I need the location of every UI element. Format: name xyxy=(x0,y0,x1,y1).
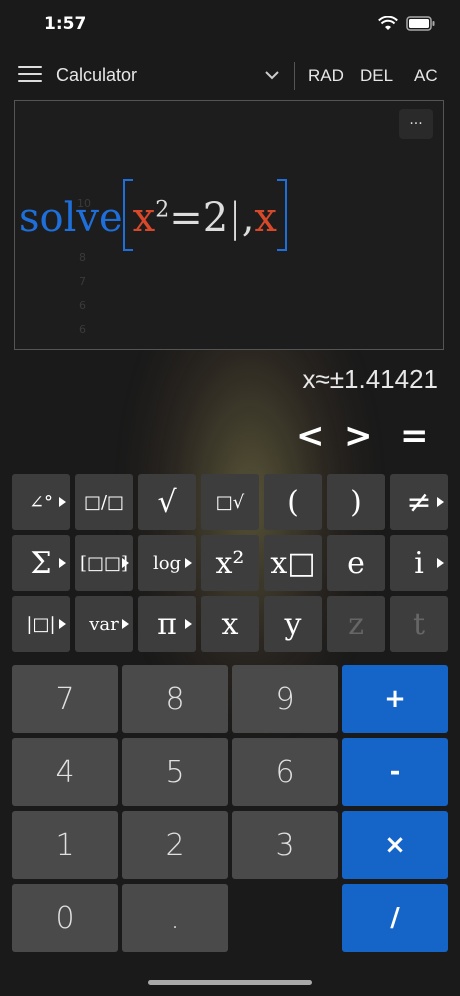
digit-9-key[interactable]: 9 xyxy=(232,665,338,733)
math-expression: solve x2=2|,x xyxy=(19,179,287,257)
var-key-label: var xyxy=(89,613,119,635)
open-paren-key[interactable]: ( xyxy=(264,474,322,530)
expression-display[interactable]: ... 10 8 7 6 6 solve x2=2|,x xyxy=(14,100,444,350)
ghost-label: 6 xyxy=(79,323,86,336)
log-key-label: log xyxy=(152,552,182,574)
multiply-key[interactable]: × xyxy=(342,811,448,879)
digit-5-key[interactable]: 5 xyxy=(122,738,228,806)
cursor-right-button[interactable]: > xyxy=(344,416,373,456)
decimal-key[interactable]: . xyxy=(122,884,228,952)
power-key[interactable]: x□ xyxy=(264,535,322,591)
imaginary-key[interactable]: i xyxy=(390,535,448,591)
square-key-label: x² xyxy=(215,545,245,581)
wifi-icon xyxy=(378,16,398,30)
z-key-label: z xyxy=(348,606,364,642)
fraction-key-label: □/□ xyxy=(83,491,125,513)
x-key[interactable]: x xyxy=(201,596,259,652)
exponent: 2 xyxy=(155,197,170,223)
pi-key[interactable]: π xyxy=(138,596,196,652)
equals-button[interactable]: = xyxy=(400,416,429,456)
close-paren-key-label: ) xyxy=(350,484,362,520)
not-equal-key-label: ≠ xyxy=(406,484,432,520)
status-icons xyxy=(378,16,436,32)
equals-sign: = xyxy=(169,195,203,241)
solve-function: solve xyxy=(19,195,123,241)
home-indicator[interactable] xyxy=(148,980,312,985)
text-cursor: | xyxy=(228,195,242,241)
status-bar: 1:57 xyxy=(0,0,460,50)
left-bracket xyxy=(122,179,133,251)
not-equal-key[interactable]: ≠ xyxy=(390,474,448,530)
result-display: x≈±1.41421 xyxy=(302,364,438,394)
t-key[interactable]: t xyxy=(390,596,448,652)
battery-icon xyxy=(406,16,435,31)
solve-variable: x xyxy=(254,195,277,241)
rad-button[interactable]: RAD xyxy=(308,66,344,86)
matrix-key-label: [□□] xyxy=(79,552,129,574)
sqrt-key[interactable]: √ xyxy=(138,474,196,530)
pi-key-label: π xyxy=(157,606,177,642)
y-key[interactable]: y xyxy=(264,596,322,652)
variable-x: x xyxy=(132,195,156,241)
ghost-label: 7 xyxy=(79,275,86,288)
plus-key[interactable]: + xyxy=(342,665,448,733)
imaginary-key-label: i xyxy=(414,545,424,581)
y-key-label: y xyxy=(284,606,302,642)
toolbar: Calculator RAD DEL AC xyxy=(0,56,460,96)
toolbar-divider xyxy=(294,62,295,90)
right-bracket xyxy=(276,179,287,251)
digit-8-key[interactable]: 8 xyxy=(122,665,228,733)
all-clear-button[interactable]: AC xyxy=(414,66,438,86)
ghost-label: 6 xyxy=(79,299,86,312)
digit-6-key[interactable]: 6 xyxy=(232,738,338,806)
delete-button[interactable]: DEL xyxy=(360,66,393,86)
abs-key[interactable]: |□| xyxy=(12,596,70,652)
digit-1-key[interactable]: 1 xyxy=(12,811,118,879)
sqrt-key-label: √ xyxy=(157,484,177,520)
power-key-label: x□ xyxy=(270,545,316,581)
minus-key[interactable]: - xyxy=(342,738,448,806)
close-paren-key[interactable]: ) xyxy=(327,474,385,530)
nth-root-key[interactable]: □√ xyxy=(201,474,259,530)
digit-2-key[interactable]: 2 xyxy=(122,811,228,879)
angle-key[interactable]: ∠° xyxy=(12,474,70,530)
cursor-left-button[interactable]: < xyxy=(296,416,325,456)
nth-root-key-label: □√ xyxy=(215,491,245,513)
app-title[interactable]: Calculator xyxy=(56,65,137,86)
chevron-down-icon[interactable] xyxy=(264,70,280,80)
more-options-button[interactable]: ... xyxy=(399,109,433,139)
e-key-label: e xyxy=(347,545,365,581)
digit-3-key[interactable]: 3 xyxy=(232,811,338,879)
x-key-label: x xyxy=(221,606,239,642)
status-time: 1:57 xyxy=(44,14,87,34)
var-key[interactable]: var xyxy=(75,596,133,652)
log-key[interactable]: log xyxy=(138,535,196,591)
digit-0-key[interactable]: 0 xyxy=(12,884,118,952)
divide-key[interactable]: / xyxy=(342,884,448,952)
fraction-key[interactable]: □/□ xyxy=(75,474,133,530)
t-key-label: t xyxy=(412,606,426,642)
digit-7-key[interactable]: 7 xyxy=(12,665,118,733)
sum-key[interactable]: Σ xyxy=(12,535,70,591)
comma: , xyxy=(241,195,255,241)
matrix-key[interactable]: [□□] xyxy=(75,535,133,591)
angle-key-label: ∠° xyxy=(28,491,54,513)
abs-key-label: |□| xyxy=(26,613,56,635)
rhs-value: 2 xyxy=(202,195,229,241)
sum-key-label: Σ xyxy=(30,545,52,581)
hamburger-menu-icon[interactable] xyxy=(18,66,42,84)
z-key[interactable]: z xyxy=(327,596,385,652)
open-paren-key-label: ( xyxy=(287,484,299,520)
e-key[interactable]: e xyxy=(327,535,385,591)
square-key[interactable]: x² xyxy=(201,535,259,591)
digit-4-key[interactable]: 4 xyxy=(12,738,118,806)
